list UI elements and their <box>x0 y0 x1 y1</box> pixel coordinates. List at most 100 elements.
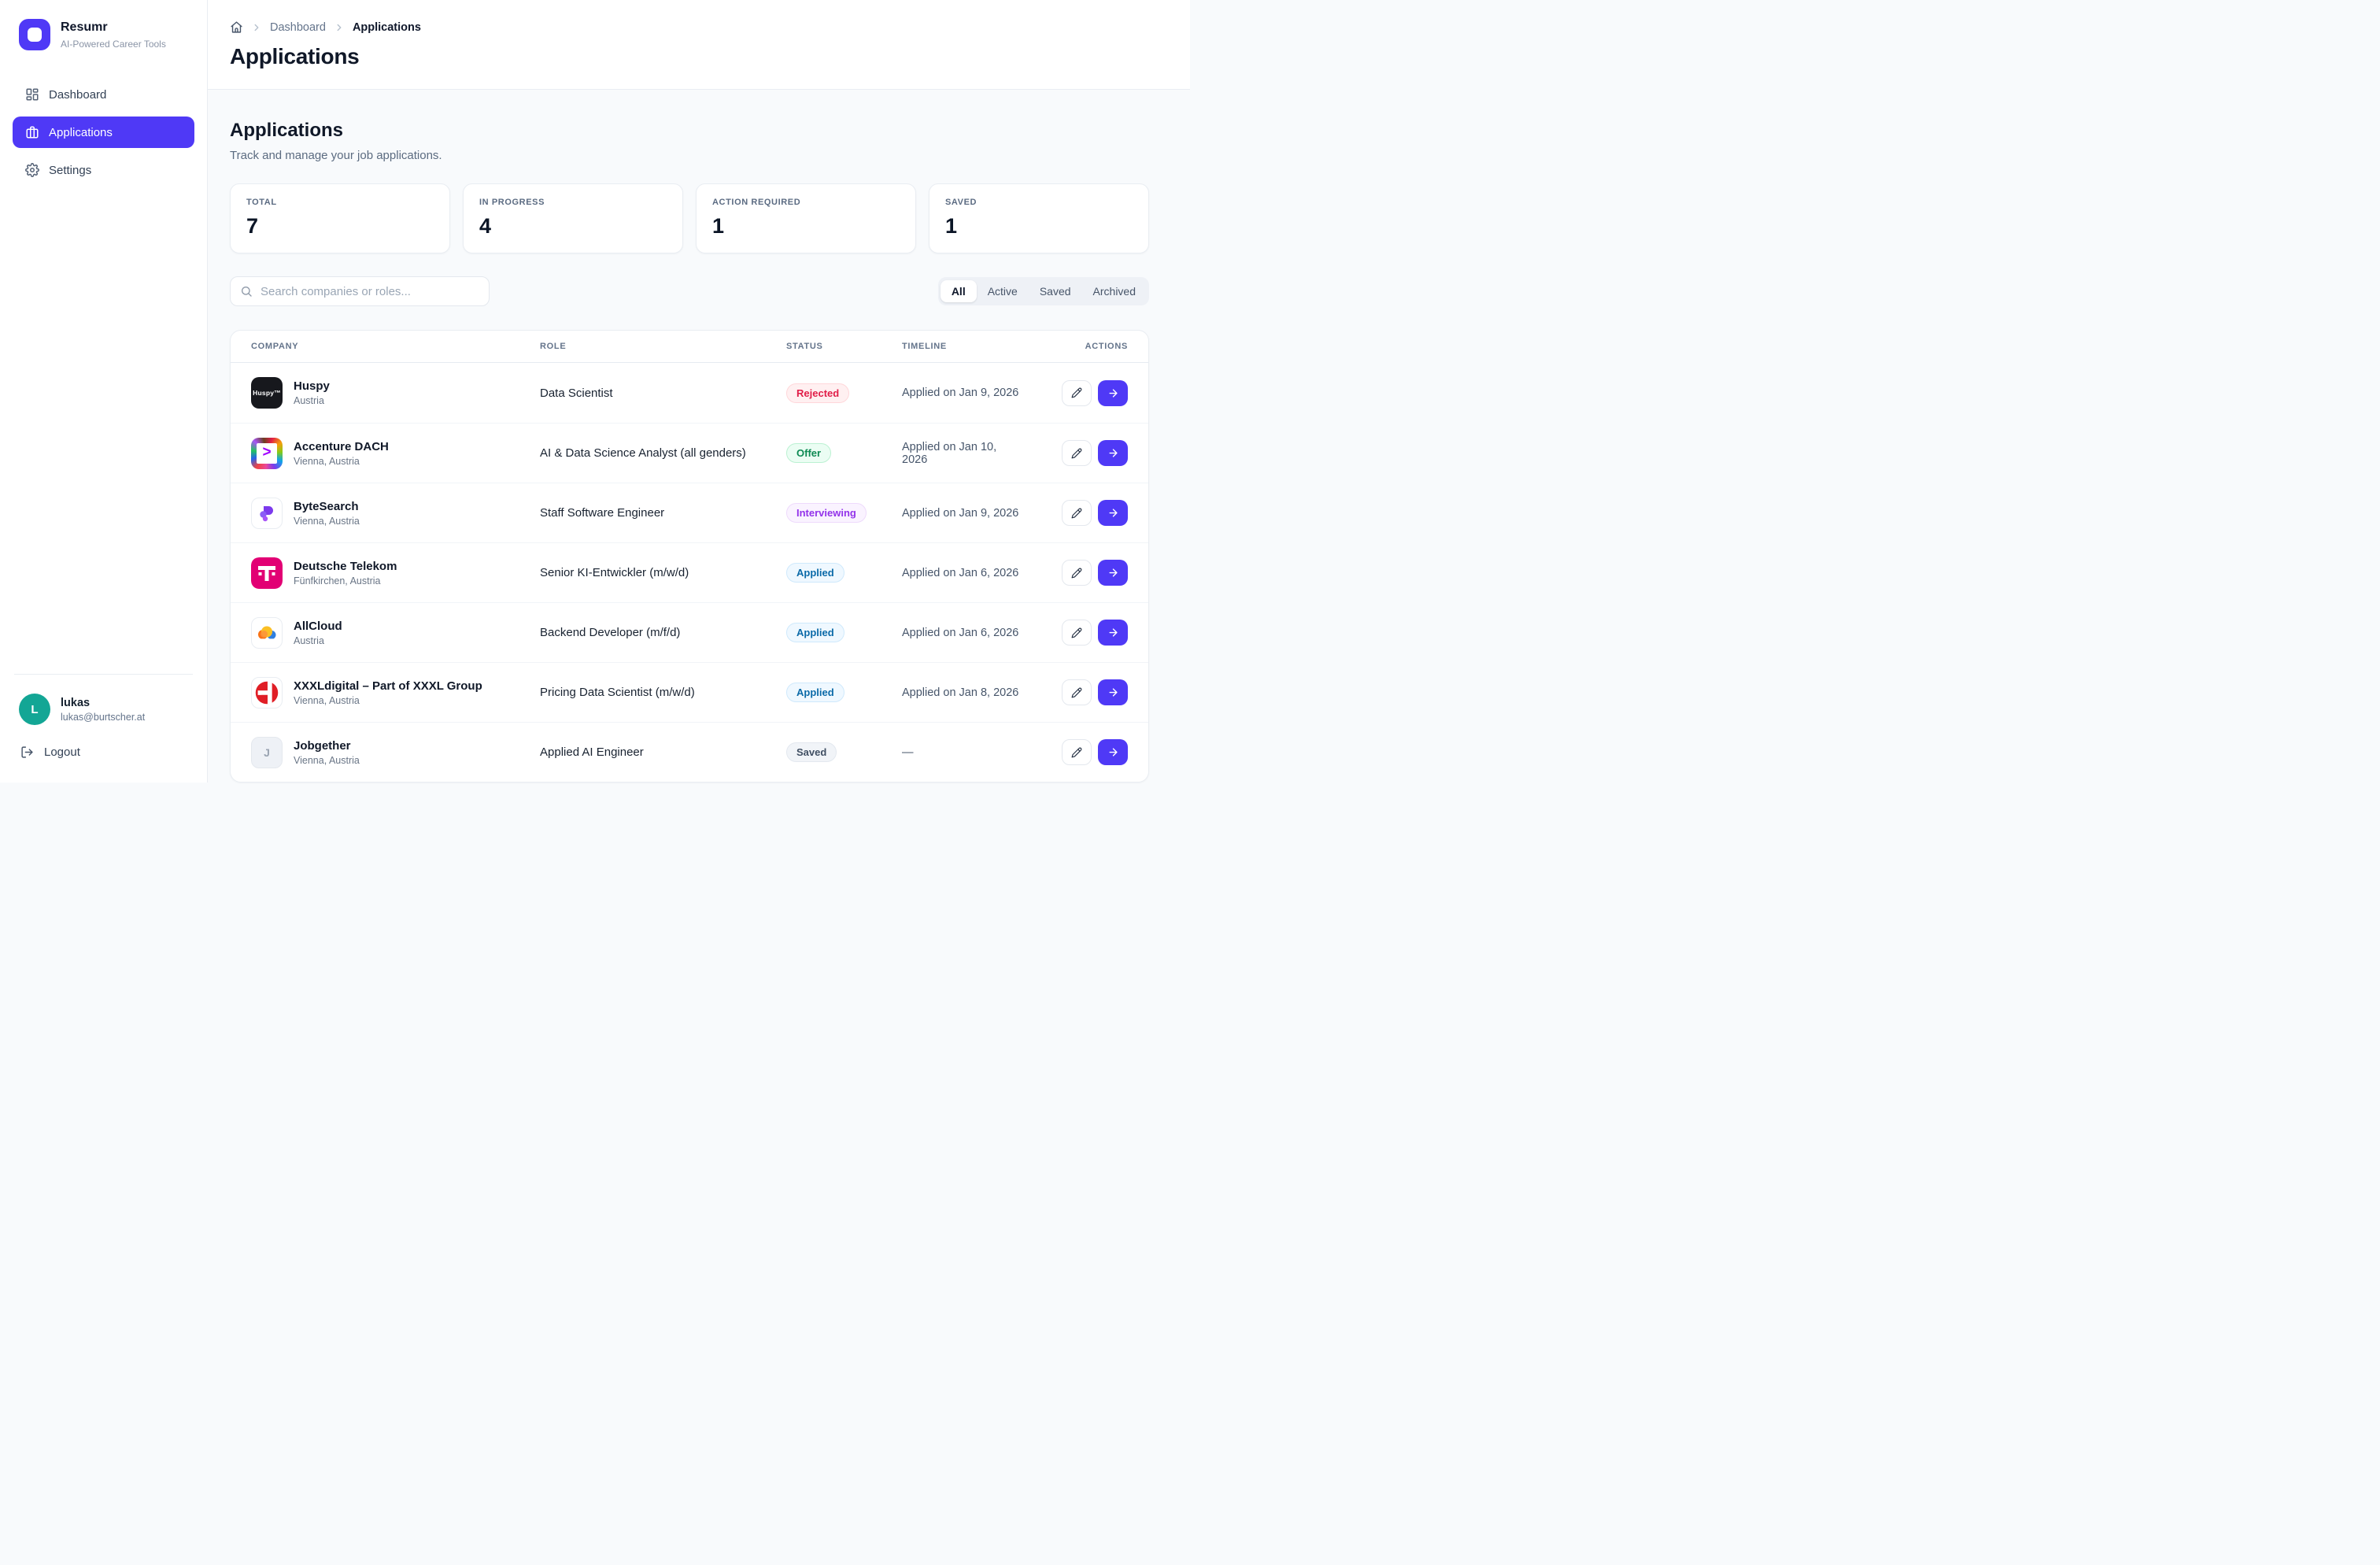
company-name: Accenture DACH <box>294 440 389 453</box>
huspy-logo-icon: Huspy™ <box>251 377 283 409</box>
sidebar-item-settings[interactable]: Settings <box>13 154 194 186</box>
timeline-cell: Applied on Jan 9, 2026 <box>902 387 1024 399</box>
breadcrumb-applications: Applications <box>353 21 421 34</box>
sidebar-nav: Dashboard Applications Settings <box>13 79 194 186</box>
company-location: Austria <box>294 395 330 406</box>
company-location: Vienna, Austria <box>294 516 360 527</box>
company-name: AllCloud <box>294 620 342 633</box>
layout-dashboard-icon <box>25 87 39 102</box>
column-header-timeline: TIMELINE <box>902 342 1024 351</box>
pencil-icon <box>1071 687 1082 698</box>
role-cell: Applied AI Engineer <box>540 746 786 759</box>
section-subtitle: Track and manage your job applications. <box>230 149 1149 162</box>
table-row: ByteSearch Vienna, Austria Staff Softwar… <box>231 483 1148 542</box>
company-name: XXXLdigital – Part of XXXL Group <box>294 679 482 693</box>
pencil-icon <box>1071 508 1082 519</box>
applications-table: COMPANY ROLE STATUS TIMELINE ACTIONS Hus… <box>230 330 1149 782</box>
open-application-button[interactable] <box>1098 440 1128 466</box>
breadcrumb: Dashboard Applications <box>230 20 1149 34</box>
filter-tab-active[interactable]: Active <box>977 280 1029 303</box>
pencil-icon <box>1071 448 1082 459</box>
timeline-cell: — <box>902 746 1024 759</box>
timeline-cell: Applied on Jan 9, 2026 <box>902 507 1024 520</box>
edit-button[interactable] <box>1062 500 1092 526</box>
filter-tab-all[interactable]: All <box>941 280 977 303</box>
briefcase-icon <box>25 125 39 139</box>
sidebar-item-dashboard[interactable]: Dashboard <box>13 79 194 110</box>
xxxldigital-logo-icon <box>251 677 283 709</box>
logout-label: Logout <box>44 746 80 759</box>
edit-button[interactable] <box>1062 739 1092 765</box>
stat-label: TOTAL <box>246 198 434 207</box>
gear-icon <box>25 163 39 177</box>
open-application-button[interactable] <box>1098 560 1128 586</box>
open-application-button[interactable] <box>1098 679 1128 705</box>
edit-button[interactable] <box>1062 440 1092 466</box>
edit-button[interactable] <box>1062 679 1092 705</box>
filter-tab-archived[interactable]: Archived <box>1082 280 1147 303</box>
status-badge: Applied <box>786 563 844 583</box>
open-application-button[interactable] <box>1098 380 1128 406</box>
accenture-logo-icon: > <box>251 438 283 469</box>
pencil-icon <box>1071 387 1082 398</box>
column-header-company: COMPANY <box>251 342 540 351</box>
search-icon <box>240 285 253 298</box>
stat-value: 1 <box>945 214 1133 239</box>
table-row: Huspy™ Huspy Austria Data Scientist Reje… <box>231 363 1148 423</box>
sidebar-item-applications[interactable]: Applications <box>13 117 194 148</box>
status-badge: Applied <box>786 683 844 702</box>
company-location: Fünfkirchen, Austria <box>294 575 397 586</box>
open-application-button[interactable] <box>1098 620 1128 646</box>
role-cell: Data Scientist <box>540 387 786 400</box>
chevron-right-icon <box>334 22 345 33</box>
logout-button[interactable]: Logout <box>13 746 194 759</box>
company-name: Deutsche Telekom <box>294 560 397 573</box>
user-name: lukas <box>61 697 145 709</box>
search-input[interactable] <box>230 276 490 306</box>
timeline-cell: Applied on Jan 6, 2026 <box>902 627 1024 639</box>
table-row: J Jobgether Vienna, Austria Applied AI E… <box>231 722 1148 782</box>
column-header-role: ROLE <box>540 342 786 351</box>
allcloud-logo-icon <box>251 617 283 649</box>
sidebar-item-label: Applications <box>49 126 113 139</box>
logout-icon <box>20 746 34 759</box>
page-body: Applications Track and manage your job a… <box>208 90 1190 782</box>
company-location: Vienna, Austria <box>294 456 389 467</box>
role-cell: Backend Developer (m/f/d) <box>540 626 786 639</box>
edit-button[interactable] <box>1062 380 1092 406</box>
filter-tab-saved[interactable]: Saved <box>1029 280 1082 303</box>
app-root: Resumr AI-Powered Career Tools Dashboard… <box>0 0 1190 782</box>
arrow-right-icon <box>1107 567 1119 579</box>
role-cell: Pricing Data Scientist (m/w/d) <box>540 686 786 699</box>
brand-tagline: AI-Powered Career Tools <box>61 39 166 50</box>
company-name: Huspy <box>294 379 330 393</box>
user-email: lukas@burtscher.at <box>61 712 145 723</box>
stat-label: SAVED <box>945 198 1133 207</box>
jobgether-logo-icon: J <box>251 737 283 768</box>
timeline-cell: Applied on Jan 10, 2026 <box>902 441 1024 466</box>
company-location: Austria <box>294 635 342 646</box>
sidebar: Resumr AI-Powered Career Tools Dashboard… <box>0 0 208 782</box>
stat-value: 4 <box>479 214 667 239</box>
stats-row: TOTAL 7 IN PROGRESS 4 ACTION REQUIRED 1 … <box>230 183 1149 253</box>
table-row: AllCloud Austria Backend Developer (m/f/… <box>231 602 1148 662</box>
pencil-icon <box>1071 568 1082 579</box>
open-application-button[interactable] <box>1098 500 1128 526</box>
home-icon[interactable] <box>230 20 243 34</box>
chevron-right-icon <box>251 22 262 33</box>
edit-button[interactable] <box>1062 620 1092 646</box>
timeline-cell: Applied on Jan 6, 2026 <box>902 567 1024 579</box>
role-cell: Staff Software Engineer <box>540 506 786 520</box>
open-application-button[interactable] <box>1098 739 1128 765</box>
stat-value: 1 <box>712 214 900 239</box>
company-location: Vienna, Austria <box>294 755 360 766</box>
sidebar-divider <box>14 674 193 675</box>
telekom-logo-icon <box>251 557 283 589</box>
table-row: > Accenture DACH Vienna, Austria AI & Da… <box>231 423 1148 483</box>
company-name: ByteSearch <box>294 500 360 513</box>
stat-label: ACTION REQUIRED <box>712 198 900 207</box>
table-row: XXXLdigital – Part of XXXL Group Vienna,… <box>231 662 1148 722</box>
edit-button[interactable] <box>1062 560 1092 586</box>
resumr-logo-icon <box>19 19 50 50</box>
breadcrumb-dashboard[interactable]: Dashboard <box>270 21 326 34</box>
